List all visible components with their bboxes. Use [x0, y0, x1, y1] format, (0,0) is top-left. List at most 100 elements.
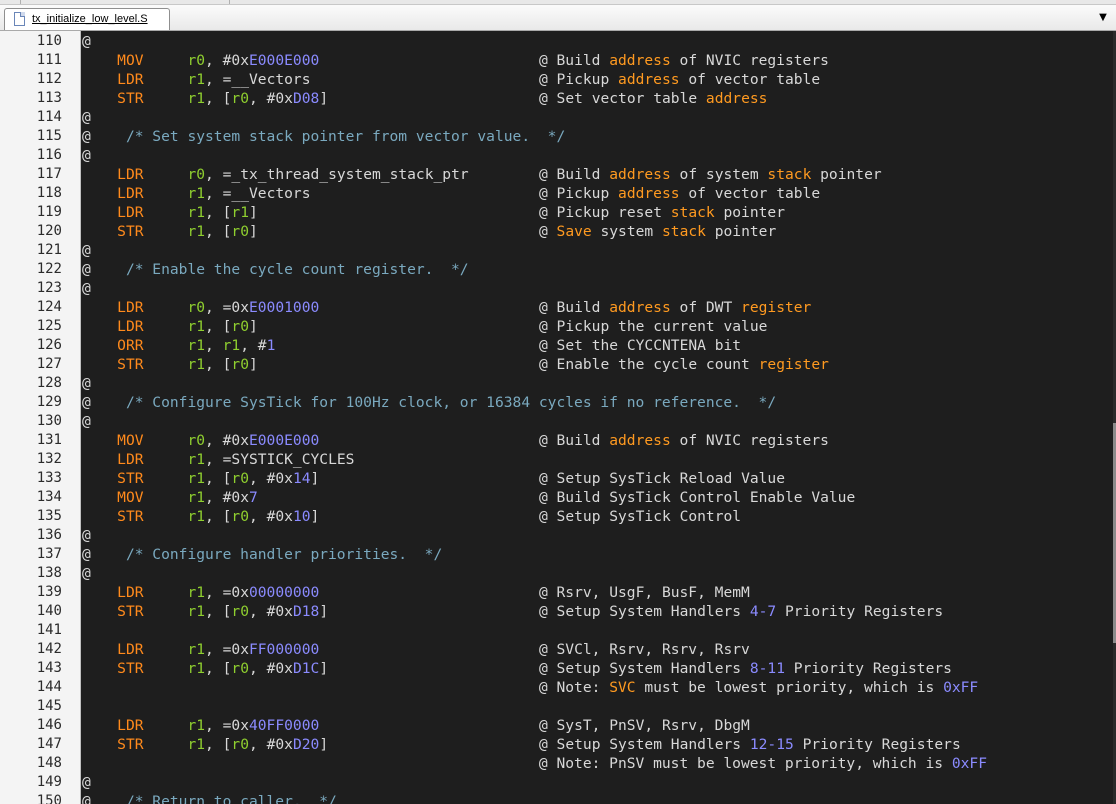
code-line[interactable]: 145	[0, 697, 1116, 716]
line-number: 142	[36, 641, 62, 657]
code-text: @	[82, 413, 91, 430]
code-line[interactable]: 134 MOV r1, #0x7 @ Build SysTick Control…	[0, 488, 1116, 507]
code-text: STR r1, [r0, #0x14] @ Setup SysTick Relo…	[117, 470, 785, 487]
code-line[interactable]: 149 @	[0, 773, 1116, 792]
code-text: LDR r1, =0xFF000000 @ SVCl, Rsrv, Rsrv, …	[117, 641, 750, 658]
code-text: MOV r0, #0xE000E000 @ Build address of N…	[117, 52, 829, 69]
code-text: @	[82, 242, 91, 259]
code-text: STR r1, [r0] @ Enable the cycle count re…	[117, 356, 829, 373]
code-line[interactable]: 147 STR r1, [r0, #0xD20] @ Setup System …	[0, 735, 1116, 754]
line-number: 110	[36, 33, 62, 49]
line-number: 147	[36, 736, 62, 752]
code-line[interactable]: 117 LDR r0, =_tx_thread_system_stack_ptr…	[0, 165, 1116, 184]
code-line[interactable]: 120 STR r1, [r0] @ Save system stack poi…	[0, 222, 1116, 241]
code-text: @	[82, 147, 91, 164]
line-number: 122	[36, 261, 62, 277]
code-line[interactable]: 115 @ /* Set system stack pointer from ve…	[0, 127, 1116, 146]
code-text: STR r1, [r0, #0xD18] @ Setup System Hand…	[117, 603, 944, 620]
code-text: LDR r1, =__Vectors @ Pickup address of v…	[117, 71, 821, 88]
code-text: LDR r1, =0x00000000 @ Rsrv, UsgF, BusF, …	[117, 584, 750, 601]
code-text: STR r1, [r0, #0xD1C] @ Setup System Hand…	[117, 660, 952, 677]
tab-label: tx_initialize_low_level.S	[32, 13, 148, 25]
code-line[interactable]: 121 @	[0, 241, 1116, 260]
line-number: 114	[36, 109, 62, 125]
line-number: 128	[36, 375, 62, 391]
code-line[interactable]: 118 LDR r1, =__Vectors @ Pickup address …	[0, 184, 1116, 203]
code-line[interactable]: 138 @	[0, 564, 1116, 583]
code-line[interactable]: 125 LDR r1, [r0] @ Pickup the current va…	[0, 317, 1116, 336]
line-number: 120	[36, 223, 62, 239]
code-text: LDR r0, =0xE0001000 @ Build address of D…	[117, 299, 812, 316]
tab-file[interactable]: tx_initialize_low_level.S	[4, 8, 170, 30]
code-text: LDR r1, =__Vectors @ Pickup address of v…	[117, 185, 821, 202]
line-number: 126	[36, 337, 62, 353]
file-icon	[14, 12, 25, 26]
code-line[interactable]: 139 LDR r1, =0x00000000 @ Rsrv, UsgF, Bu…	[0, 583, 1116, 602]
code-line[interactable]: 112 LDR r1, =__Vectors @ Pickup address …	[0, 70, 1116, 89]
line-number: 137	[36, 546, 62, 562]
code-text: LDR r1, [r0] @ Pickup the current value	[117, 318, 768, 335]
line-number: 115	[36, 128, 62, 144]
code-text: @ /* Set system stack pointer from vecto…	[82, 128, 566, 145]
line-number: 145	[36, 698, 62, 714]
line-number: 117	[36, 166, 62, 182]
code-line[interactable]: 146 LDR r1, =0x40FF0000 @ SysT, PnSV, Rs…	[0, 716, 1116, 735]
code-line[interactable]: 130 @	[0, 412, 1116, 431]
code-text: LDR r1, =SYSTICK_CYCLES	[117, 451, 355, 468]
line-number: 131	[36, 432, 62, 448]
code-text: @ Note: PnSV must be lowest priority, wh…	[538, 755, 987, 772]
code-line[interactable]: 137 @ /* Configure handler priorities. */	[0, 545, 1116, 564]
code-line[interactable]: 114 @	[0, 108, 1116, 127]
code-text: STR r1, [r0, #0xD08] @ Set vector table …	[117, 90, 768, 107]
code-line[interactable]: 141	[0, 621, 1116, 640]
line-number: 150	[36, 793, 62, 804]
line-number: 119	[36, 204, 62, 220]
code-text: @	[82, 109, 91, 126]
code-line[interactable]: 126 ORR r1, r1, #1 @ Set the CYCCNTENA b…	[0, 336, 1116, 355]
tab-bar: tx_initialize_low_level.S ▼	[0, 5, 1116, 31]
code-text: @	[82, 527, 91, 544]
code-text: STR r1, [r0] @ Save system stack pointer	[117, 223, 777, 240]
code-text: LDR r0, =_tx_thread_system_stack_ptr @ B…	[117, 166, 882, 183]
code-line[interactable]: 140 STR r1, [r0, #0xD18] @ Setup System …	[0, 602, 1116, 621]
line-number: 121	[36, 242, 62, 258]
line-number: 129	[36, 394, 62, 410]
code-line[interactable]: 148 @ Note: PnSV must be lowest priority…	[0, 754, 1116, 773]
code-line[interactable]: 128 @	[0, 374, 1116, 393]
code-line[interactable]: 135 STR r1, [r0, #0x10] @ Setup SysTick …	[0, 507, 1116, 526]
code-text: @ /* Enable the cycle count register. */	[82, 261, 469, 278]
chevron-down-icon[interactable]: ▼	[1096, 11, 1110, 25]
code-line[interactable]: 143 STR r1, [r0, #0xD1C] @ Setup System …	[0, 659, 1116, 678]
code-line[interactable]: 113 STR r1, [r0, #0xD08] @ Set vector ta…	[0, 89, 1116, 108]
code-line[interactable]: 116 @	[0, 146, 1116, 165]
titlebar-segment	[20, 0, 230, 4]
line-number: 118	[36, 185, 62, 201]
line-number: 135	[36, 508, 62, 524]
code-line[interactable]: 123 @	[0, 279, 1116, 298]
code-line[interactable]: 142 LDR r1, =0xFF000000 @ SVCl, Rsrv, Rs…	[0, 640, 1116, 659]
code-line[interactable]: 150 @ /* Return to caller. */	[0, 792, 1116, 804]
line-number: 111	[36, 52, 62, 68]
code-line[interactable]: 119 LDR r1, [r1] @ Pickup reset stack po…	[0, 203, 1116, 222]
code-line[interactable]: 127 STR r1, [r0] @ Enable the cycle coun…	[0, 355, 1116, 374]
code-line[interactable]: 133 STR r1, [r0, #0x14] @ Setup SysTick …	[0, 469, 1116, 488]
code-line[interactable]: 110 @	[0, 32, 1116, 51]
line-number: 136	[36, 527, 62, 543]
code-line[interactable]: 122 @ /* Enable the cycle count register.…	[0, 260, 1116, 279]
code-line[interactable]: 129 @ /* Configure SysTick for 100Hz cloc…	[0, 393, 1116, 412]
code-text: @	[82, 565, 91, 582]
line-number: 124	[36, 299, 62, 315]
code-line[interactable]: 131 MOV r0, #0xE000E000 @ Build address …	[0, 431, 1116, 450]
code-text: MOV r1, #0x7 @ Build SysTick Control Ena…	[117, 489, 856, 506]
code-line[interactable]: 136 @	[0, 526, 1116, 545]
code-editor[interactable]: 110 @111 MOV r0, #0xE000E000 @ Build addr…	[0, 31, 1116, 804]
code-text: @ Note: SVC must be lowest priority, whi…	[538, 679, 979, 696]
code-line[interactable]: 132 LDR r1, =SYSTICK_CYCLES	[0, 450, 1116, 469]
line-number: 113	[36, 90, 62, 106]
code-line[interactable]: 144 @ Note: SVC must be lowest priority,…	[0, 678, 1116, 697]
code-text: @	[82, 280, 91, 297]
line-number: 148	[36, 755, 62, 771]
code-line[interactable]: 124 LDR r0, =0xE0001000 @ Build address …	[0, 298, 1116, 317]
code-line[interactable]: 111 MOV r0, #0xE000E000 @ Build address …	[0, 51, 1116, 70]
code-text: @ /* Return to caller. */	[82, 793, 337, 804]
